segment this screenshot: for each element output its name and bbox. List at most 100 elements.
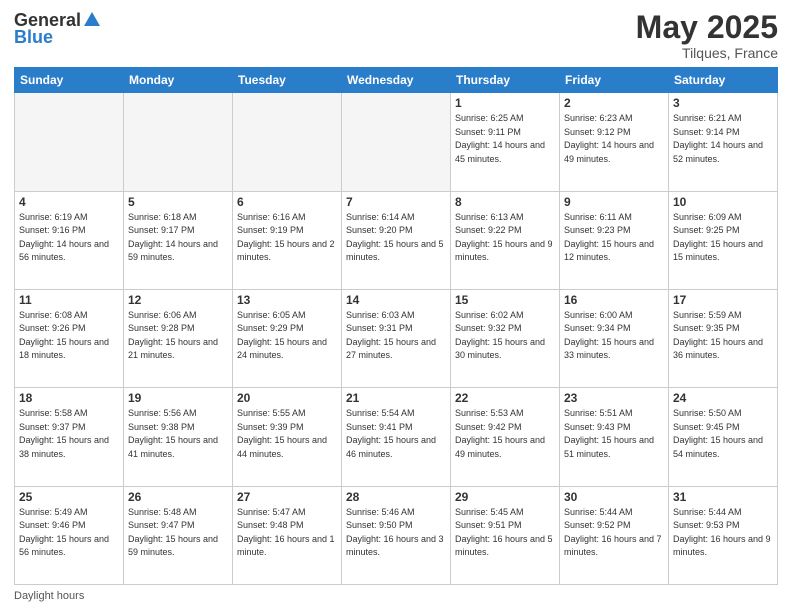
day-info: Sunrise: 5:54 AM Sunset: 9:41 PM Dayligh… [346,407,446,461]
day-number: 12 [128,293,228,307]
day-info: Sunrise: 6:23 AM Sunset: 9:12 PM Dayligh… [564,112,664,166]
col-tuesday: Tuesday [233,68,342,93]
calendar-week-row: 18Sunrise: 5:58 AM Sunset: 9:37 PM Dayli… [15,388,778,486]
day-info: Sunrise: 6:14 AM Sunset: 9:20 PM Dayligh… [346,211,446,265]
table-row: 1 Sunrise: 6:25 AM Sunset: 9:11 PM Daylig… [451,93,560,191]
day-number: 31 [673,490,773,504]
day-info: Sunrise: 5:48 AM Sunset: 9:47 PM Dayligh… [128,506,228,560]
day-number: 1 [455,96,555,110]
day-info: Sunrise: 6:09 AM Sunset: 9:25 PM Dayligh… [673,211,773,265]
logo-blue: Blue [14,27,53,48]
day-number: 9 [564,195,664,209]
day-number: 10 [673,195,773,209]
table-row: 13Sunrise: 6:05 AM Sunset: 9:29 PM Dayli… [233,289,342,387]
table-row: 16 Sunrise: 6:00 AM Sunset: 9:34 PM Dayli… [560,289,669,387]
day-info: Sunrise: 6:21 AM Sunset: 9:14 PM Dayligh… [673,112,773,166]
table-row: 3 Sunrise: 6:21 AM Sunset: 9:14 PM Daylig… [669,93,778,191]
day-info: Sunrise: 5:44 AM Sunset: 9:53 PM Dayligh… [673,506,773,560]
col-friday: Friday [560,68,669,93]
day-number: 25 [19,490,119,504]
day-number: 3 [673,96,773,110]
title-location: Tilques, France [636,45,778,61]
day-info: Sunrise: 6:06 AM Sunset: 9:28 PM Dayligh… [128,309,228,363]
table-row: 28 Sunrise: 5:46 AM Sunset: 9:50 PM Dayli… [342,486,451,584]
table-row: 31 Sunrise: 5:44 AM Sunset: 9:53 PM Dayli… [669,486,778,584]
table-row: 19 Sunrise: 5:56 AM Sunset: 9:38 PM Dayli… [124,388,233,486]
day-number: 26 [128,490,228,504]
day-info: Sunrise: 5:56 AM Sunset: 9:38 PM Dayligh… [128,407,228,461]
table-row: 2 Sunrise: 6:23 AM Sunset: 9:12 PM Daylig… [560,93,669,191]
day-number: 30 [564,490,664,504]
table-row: 10 Sunrise: 6:09 AM Sunset: 9:25 PM Dayli… [669,191,778,289]
table-row: 11 Sunrise: 6:08 AM Sunset: 9:26 PM Dayli… [15,289,124,387]
day-number: 20 [237,391,337,405]
table-row: 29 Sunrise: 5:45 AM Sunset: 9:51 PM Dayli… [451,486,560,584]
day-info: Sunrise: 5:45 AM Sunset: 9:51 PM Dayligh… [455,506,555,560]
calendar-week-row: 11 Sunrise: 6:08 AM Sunset: 9:26 PM Dayli… [15,289,778,387]
table-row: 12 Sunrise: 6:06 AM Sunset: 9:28 PM Dayli… [124,289,233,387]
table-row: 25 Sunrise: 5:49 AM Sunset: 9:46 PM Dayli… [15,486,124,584]
day-number: 5 [128,195,228,209]
day-info: Sunrise: 5:50 AM Sunset: 9:45 PM Dayligh… [673,407,773,461]
day-number: 21 [346,391,446,405]
footer: Daylight hours [14,590,778,602]
day-info: Sunrise: 6:25 AM Sunset: 9:11 PM Dayligh… [455,112,555,166]
day-number: 14 [346,293,446,307]
table-row: 8Sunrise: 6:13 AM Sunset: 9:22 PM Daylig… [451,191,560,289]
logo: General Blue [14,10,100,48]
table-row: 5 Sunrise: 6:18 AM Sunset: 9:17 PM Daylig… [124,191,233,289]
calendar-header-row: Sunday Monday Tuesday Wednesday Thursday… [15,68,778,93]
day-number: 11 [19,293,119,307]
calendar-week-row: 25 Sunrise: 5:49 AM Sunset: 9:46 PM Dayli… [15,486,778,584]
table-row [233,93,342,191]
day-info: Sunrise: 6:18 AM Sunset: 9:17 PM Dayligh… [128,211,228,265]
table-row [342,93,451,191]
day-number: 29 [455,490,555,504]
col-wednesday: Wednesday [342,68,451,93]
header: General Blue May 2025 Tilques, France [14,10,778,61]
table-row: 9 Sunrise: 6:11 AM Sunset: 9:23 PM Daylig… [560,191,669,289]
table-row: 30 Sunrise: 5:44 AM Sunset: 9:52 PM Dayli… [560,486,669,584]
day-number: 4 [19,195,119,209]
day-number: 2 [564,96,664,110]
day-info: Sunrise: 6:03 AM Sunset: 9:31 PM Dayligh… [346,309,446,363]
day-number: 19 [128,391,228,405]
table-row: 22Sunrise: 5:53 AM Sunset: 9:42 PM Dayli… [451,388,560,486]
day-number: 23 [564,391,664,405]
page: General Blue May 2025 Tilques, France Su… [0,0,792,612]
day-info: Sunrise: 6:11 AM Sunset: 9:23 PM Dayligh… [564,211,664,265]
title-block: May 2025 Tilques, France [636,10,778,61]
day-info: Sunrise: 5:55 AM Sunset: 9:39 PM Dayligh… [237,407,337,461]
day-info: Sunrise: 6:02 AM Sunset: 9:32 PM Dayligh… [455,309,555,363]
title-month: May 2025 [636,10,778,45]
day-info: Sunrise: 6:16 AM Sunset: 9:19 PM Dayligh… [237,211,337,265]
day-number: 15 [455,293,555,307]
table-row: 17Sunrise: 5:59 AM Sunset: 9:35 PM Dayli… [669,289,778,387]
day-info: Sunrise: 6:08 AM Sunset: 9:26 PM Dayligh… [19,309,119,363]
day-info: Sunrise: 6:19 AM Sunset: 9:16 PM Dayligh… [19,211,119,265]
day-info: Sunrise: 6:00 AM Sunset: 9:34 PM Dayligh… [564,309,664,363]
table-row: 26 Sunrise: 5:48 AM Sunset: 9:47 PM Dayli… [124,486,233,584]
table-row: 27Sunrise: 5:47 AM Sunset: 9:48 PM Dayli… [233,486,342,584]
logo-triangle-icon [84,12,100,31]
col-monday: Monday [124,68,233,93]
day-info: Sunrise: 5:44 AM Sunset: 9:52 PM Dayligh… [564,506,664,560]
table-row: 7Sunrise: 6:14 AM Sunset: 9:20 PM Daylig… [342,191,451,289]
day-info: Sunrise: 5:46 AM Sunset: 9:50 PM Dayligh… [346,506,446,560]
table-row: 21 Sunrise: 5:54 AM Sunset: 9:41 PM Dayli… [342,388,451,486]
calendar-body: 1 Sunrise: 6:25 AM Sunset: 9:11 PM Daylig… [15,93,778,585]
day-number: 16 [564,293,664,307]
day-number: 17 [673,293,773,307]
daylight-label: Daylight hours [14,590,84,602]
calendar-week-row: 4 Sunrise: 6:19 AM Sunset: 9:16 PM Daylig… [15,191,778,289]
table-row [124,93,233,191]
table-row: 23 Sunrise: 5:51 AM Sunset: 9:43 PM Dayli… [560,388,669,486]
table-row: 14 Sunrise: 6:03 AM Sunset: 9:31 PM Dayli… [342,289,451,387]
day-info: Sunrise: 5:51 AM Sunset: 9:43 PM Dayligh… [564,407,664,461]
table-row: 6Sunrise: 6:16 AM Sunset: 9:19 PM Daylig… [233,191,342,289]
day-number: 28 [346,490,446,504]
day-info: Sunrise: 5:58 AM Sunset: 9:37 PM Dayligh… [19,407,119,461]
day-info: Sunrise: 5:53 AM Sunset: 9:42 PM Dayligh… [455,407,555,461]
day-info: Sunrise: 5:49 AM Sunset: 9:46 PM Dayligh… [19,506,119,560]
table-row: 4 Sunrise: 6:19 AM Sunset: 9:16 PM Daylig… [15,191,124,289]
